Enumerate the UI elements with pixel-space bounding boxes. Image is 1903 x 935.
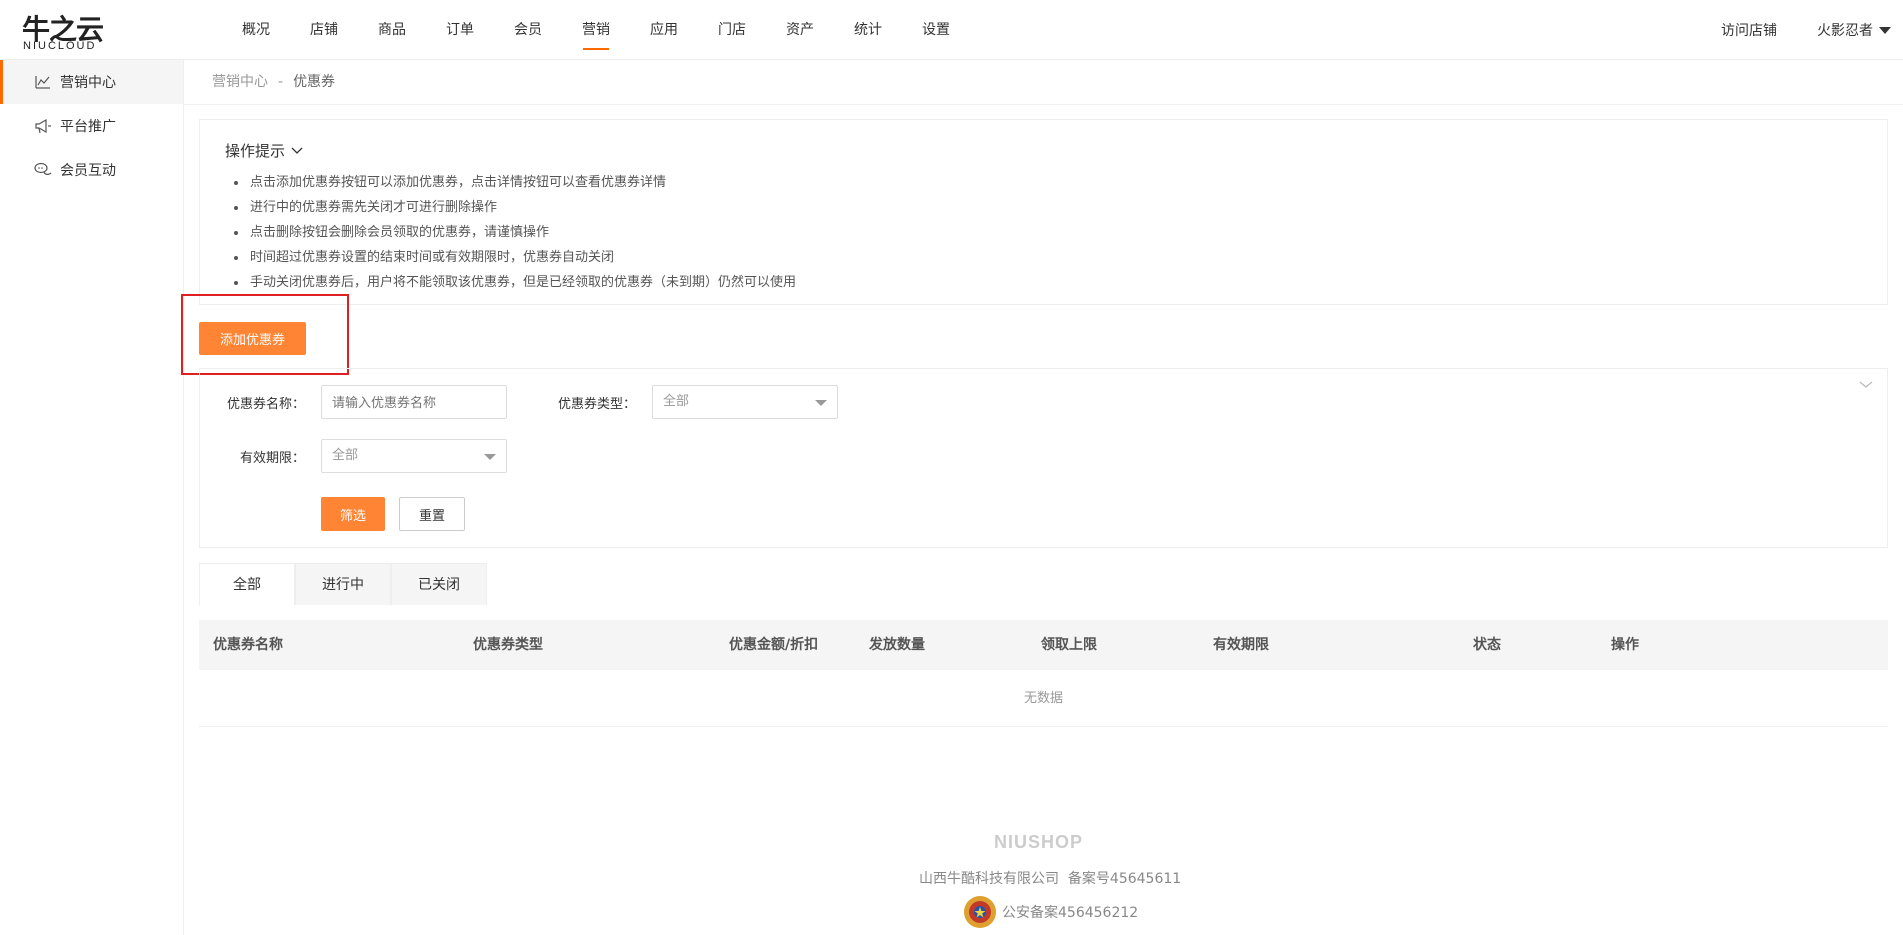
table-header: 优惠券名称 优惠券类型 优惠金额/折扣 发放数量 领取上限 有效期限 状态 操作 — [199, 620, 1888, 670]
column-header: 发放数量 — [869, 637, 925, 653]
user-name: 火影忍者 — [1817, 23, 1873, 39]
column-header: 优惠券名称 — [213, 637, 283, 653]
sidebar-item-label: 平台推广 — [60, 119, 116, 135]
table-empty-state: 无数据 — [199, 670, 1888, 727]
status-tabs: 全部 进行中 已关闭 — [199, 563, 487, 605]
tab-in-progress[interactable]: 进行中 — [295, 563, 391, 605]
filter-submit-button[interactable]: 筛选 — [321, 497, 385, 531]
operation-tips-panel: 操作提示 点击添加优惠券按钮可以添加优惠券，点击详情按钮可以查看优惠券详情 进行… — [199, 119, 1888, 305]
nav-item-members[interactable]: 会员 — [494, 0, 562, 60]
tips-item: 点击添加优惠券按钮可以添加优惠券，点击详情按钮可以查看优惠券详情 — [234, 170, 796, 195]
visit-shop-link[interactable]: 访问店铺 — [1721, 20, 1777, 40]
nav-item-overview[interactable]: 概况 — [222, 0, 290, 60]
column-header: 领取上限 — [1041, 637, 1097, 653]
dropdown-arrow-icon — [484, 454, 496, 460]
nav-item-marketing[interactable]: 营销 — [562, 0, 630, 60]
nav-item-shop[interactable]: 店铺 — [290, 0, 358, 60]
tips-item: 点击删除按钮会删除会员领取的优惠券，请谨慎操作 — [234, 220, 796, 245]
tips-item: 手动关闭优惠券后，用户将不能领取该优惠券，但是已经领取的优惠券（未到期）仍然可以… — [234, 270, 796, 295]
footer-icp[interactable]: 备案号45645611 — [1068, 871, 1181, 887]
filter-reset-button[interactable]: 重置 — [399, 497, 465, 531]
tips-item: 时间超过优惠券设置的结束时间或有效期限时，优惠券自动关闭 — [234, 245, 796, 270]
breadcrumb-divider — [184, 104, 1903, 105]
coupon-type-select[interactable]: 全部 — [652, 385, 838, 419]
breadcrumb-parent[interactable]: 营销中心 — [212, 74, 268, 90]
tips-list: 点击添加优惠券按钮可以添加优惠券，点击详情按钮可以查看优惠券详情 进行中的优惠券… — [234, 170, 796, 295]
main-nav: 概况 店铺 商品 订单 会员 营销 应用 门店 资产 统计 设置 — [222, 0, 970, 60]
police-emblem-icon — [964, 896, 996, 928]
coupon-type-value: 全部 — [663, 394, 690, 409]
tips-title: 操作提示 — [225, 142, 286, 160]
column-header: 操作 — [1611, 637, 1639, 653]
validity-select[interactable]: 全部 — [321, 439, 507, 473]
nav-item-goods[interactable]: 商品 — [358, 0, 426, 60]
footer-police-record[interactable]: 公安备案456456212 — [1002, 902, 1138, 922]
sidebar-item-member-interaction[interactable]: 会员互动 — [0, 148, 183, 192]
footer-company-line: 山西牛酷科技有限公司 备案号45645611 — [919, 868, 1181, 888]
column-header: 状态 — [1473, 637, 1501, 653]
nav-item-stores[interactable]: 门店 — [698, 0, 766, 60]
sidebar-item-marketing-center[interactable]: 营销中心 — [0, 60, 183, 104]
footer-company: 山西牛酷科技有限公司 — [919, 871, 1059, 887]
nav-item-orders[interactable]: 订单 — [426, 0, 494, 60]
top-right-actions: 访问店铺 火影忍者 — [1721, 0, 1903, 60]
validity-label: 有效期限： — [240, 451, 306, 466]
collapse-chevron-icon[interactable] — [1859, 381, 1873, 389]
caret-down-icon — [1879, 26, 1891, 34]
tab-all[interactable]: 全部 — [199, 563, 295, 605]
chat-icon — [34, 162, 52, 175]
user-menu[interactable]: 火影忍者 — [1817, 20, 1891, 40]
validity-value: 全部 — [332, 448, 359, 463]
tips-toggle[interactable]: 操作提示 — [225, 140, 303, 161]
filter-panel: 优惠券名称： 优惠券类型： 全部 有效期限： 全部 筛选 重置 — [199, 368, 1888, 548]
coupon-type-label: 优惠券类型： — [558, 397, 637, 412]
chevron-down-icon — [291, 147, 303, 154]
coupon-name-label: 优惠券名称： — [227, 397, 306, 412]
sidebar-item-label: 营销中心 — [60, 75, 116, 91]
top-bar: 牛之云 NIUCLOUD 概况 店铺 商品 订单 会员 营销 应用 门店 资产 … — [0, 0, 1903, 60]
brand-logo-en: NIUCLOUD — [23, 40, 97, 52]
tips-item: 进行中的优惠券需先关闭才可进行删除操作 — [234, 195, 796, 220]
sidebar: 营销中心 平台推广 会员互动 — [0, 60, 184, 935]
breadcrumb-separator: - — [278, 74, 284, 90]
column-header: 优惠券类型 — [473, 637, 543, 653]
dropdown-arrow-icon — [815, 400, 827, 406]
megaphone-icon — [35, 118, 51, 134]
sidebar-item-platform-promotion[interactable]: 平台推广 — [0, 104, 183, 148]
add-coupon-button[interactable]: 添加优惠券 — [199, 322, 306, 355]
column-header: 有效期限 — [1213, 637, 1269, 653]
nav-item-settings[interactable]: 设置 — [902, 0, 970, 60]
coupon-name-input[interactable] — [321, 385, 507, 419]
nav-item-apps[interactable]: 应用 — [630, 0, 698, 60]
footer-police-line: 公安备案456456212 — [962, 894, 1138, 930]
brand-logo[interactable]: 牛之云 NIUCLOUD — [22, 8, 162, 54]
column-header: 优惠金额/折扣 — [729, 637, 819, 653]
chart-icon — [35, 76, 50, 89]
breadcrumb-current: 优惠券 — [293, 74, 336, 90]
tab-closed[interactable]: 已关闭 — [391, 563, 487, 605]
footer-logo: NIUSHOP — [994, 832, 1084, 852]
sidebar-item-label: 会员互动 — [60, 163, 116, 179]
nav-item-assets[interactable]: 资产 — [766, 0, 834, 60]
nav-item-stats[interactable]: 统计 — [834, 0, 902, 60]
breadcrumb: 营销中心 - 优惠券 — [212, 60, 335, 104]
